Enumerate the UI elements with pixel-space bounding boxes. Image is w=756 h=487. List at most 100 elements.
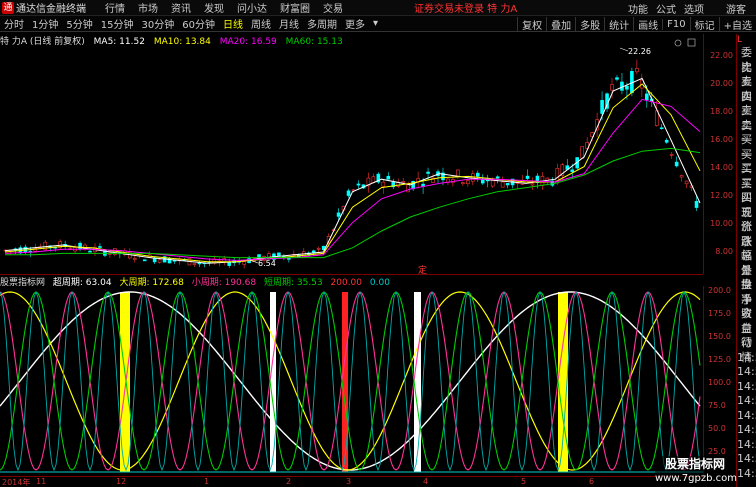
menu-trade[interactable]: 交易 [323, 0, 343, 15]
tool-stats-button[interactable]: 统计 [604, 16, 633, 32]
side-panel-item[interactable]: 外盘 [737, 264, 756, 292]
candle-body [645, 93, 649, 100]
candle-body [197, 262, 202, 265]
price-tick-label: 14.00 [710, 163, 733, 172]
period-more[interactable]: 更多 [341, 16, 369, 31]
side-panel-item[interactable]: 换手 [737, 278, 756, 306]
side-panel-item[interactable]: 涨幅 [737, 235, 756, 263]
side-panel-item[interactable]: 现价 [737, 206, 756, 234]
menu-wealth[interactable]: 财富圈 [280, 0, 310, 15]
tool-draw-button[interactable]: 画线 [633, 16, 662, 32]
menu-options[interactable]: 选项 [684, 1, 704, 16]
kline-chart[interactable]: 22.26 6.54 定 [0, 34, 735, 274]
title-bar: 通 通达信金融终端 行情 市场 资讯 发现 问小达 财富圈 交易 证券交易未登录… [0, 0, 756, 16]
period-1min[interactable]: 1分钟 [28, 16, 62, 31]
candle-body [500, 181, 505, 188]
side-panel-item[interactable]: 行情 [737, 336, 756, 364]
side-panel-item[interactable]: 14:5 [737, 394, 756, 409]
indicator-tick-label: 125.0 [708, 355, 731, 364]
side-panel-item[interactable]: 14:5 [737, 438, 756, 453]
side-panel-item[interactable]: 总量 [737, 249, 756, 277]
side-panel-item[interactable]: 卖二 [737, 104, 756, 132]
candle-body [277, 252, 281, 256]
chart-title[interactable]: 特 力A (日线 前复权) [0, 37, 85, 47]
side-panel-item[interactable]: 涨跌 [737, 220, 756, 248]
side-panel-item[interactable]: 买五 [737, 191, 756, 219]
menu-discover[interactable]: 发现 [204, 0, 224, 15]
candle-body [615, 77, 619, 80]
period-15min[interactable]: 15分钟 [97, 16, 138, 31]
panel-tab[interactable]: L [737, 34, 756, 46]
high-price-arrow [619, 47, 629, 52]
candle-body [495, 176, 500, 179]
tool-f10-button[interactable]: F10 [662, 18, 689, 30]
period-60min[interactable]: 60分钟 [178, 16, 219, 31]
candle-body [694, 200, 699, 208]
tool-multi-stock-button[interactable]: 多股 [575, 16, 604, 32]
side-panel-item[interactable]: 净资 [737, 293, 756, 321]
side-panel-item[interactable]: 14:5 [737, 423, 756, 438]
ma-line-ma10 [4, 83, 701, 263]
price-axis: 22.00 20.00 18.00 16.00 14.00 12.00 10.00 8.00 [703, 34, 736, 274]
menu-news[interactable]: 资讯 [171, 0, 191, 15]
side-panel-item[interactable]: 委比 [737, 46, 756, 74]
candle-body [600, 100, 604, 114]
add-watchlist-button[interactable]: +自选 [718, 16, 756, 32]
time-tick-label: 4 [423, 477, 429, 486]
side-panel-item[interactable]: 卖三 [737, 90, 756, 118]
period-monthly[interactable]: 月线 [275, 16, 303, 31]
side-panel-item[interactable]: 买三 [737, 162, 756, 190]
time-tick-label: 11 [36, 477, 47, 486]
login-alert[interactable]: 证券交易未登录 特 力A [414, 0, 517, 15]
period-weekly[interactable]: 周线 [247, 16, 275, 31]
candle-body [674, 161, 679, 167]
cycle-indicator-chart[interactable] [0, 286, 735, 476]
period-multi[interactable]: 多周期 [303, 16, 341, 31]
period-5min[interactable]: 5分钟 [62, 16, 96, 31]
side-panel-item[interactable]: 买二 [737, 148, 756, 176]
side-panel-item[interactable]: 卖五 [737, 61, 756, 89]
candle-body [456, 169, 460, 177]
indicator-tick-label: 50.0 [708, 424, 726, 433]
candlestick-group [3, 59, 699, 269]
candle-body [570, 169, 575, 172]
side-panel-item[interactable]: 收益 [737, 307, 756, 335]
menu-market[interactable]: 市场 [138, 0, 158, 15]
period-tick[interactable]: 分时 [0, 16, 28, 31]
guest-login[interactable]: 游客 [726, 1, 746, 16]
candle-body [401, 181, 406, 183]
tool-overlay-button[interactable]: 叠加 [546, 16, 575, 32]
candle-body [530, 183, 535, 186]
side-panel-item[interactable]: 14:5 [737, 380, 756, 395]
candle-body [336, 212, 341, 217]
ma10-value: MA10: 13.84 [153, 37, 211, 47]
menu-ask[interactable]: 问小达 [237, 0, 267, 15]
price-tick-label: 12.00 [710, 191, 733, 200]
period-daily[interactable]: 日线 [219, 16, 247, 31]
ma-lines-group [4, 77, 701, 264]
tool-adjust-button[interactable]: 复权 [517, 16, 546, 32]
ma5-value: MA5: 11.52 [93, 37, 145, 47]
period-30min[interactable]: 30分钟 [137, 16, 178, 31]
side-panel-item[interactable]: 自动 [737, 322, 756, 350]
side-panel-item[interactable]: 卖一 [737, 119, 756, 147]
menu-functions[interactable]: 功能 [628, 1, 648, 16]
chevron-down-icon[interactable]: ▾ [369, 18, 382, 29]
tool-mark-button[interactable]: 标记 [689, 16, 719, 32]
candle-body [242, 261, 246, 265]
menu-market-quotes[interactable]: 行情 [105, 0, 125, 15]
menu-formula[interactable]: 公式 [656, 1, 676, 16]
side-panel-item[interactable]: 14:5 [737, 467, 756, 482]
side-panel-item[interactable]: 14:5 [737, 351, 756, 366]
side-panel-item[interactable]: 买一 [737, 133, 756, 161]
price-tick-label: 18.00 [710, 107, 733, 116]
price-tick-label: 10.00 [710, 219, 733, 228]
side-panel-item[interactable]: 14:5 [737, 365, 756, 380]
side-panel-item[interactable]: 卖四 [737, 75, 756, 103]
price-tick-label: 16.00 [710, 135, 733, 144]
side-panel-item[interactable]: 14:5 [737, 452, 756, 467]
cycle-signal-bar [414, 292, 421, 472]
side-panel-item[interactable]: 买四 [737, 177, 756, 205]
candle-body [316, 248, 321, 250]
side-panel-item[interactable]: 14:5 [737, 409, 756, 424]
